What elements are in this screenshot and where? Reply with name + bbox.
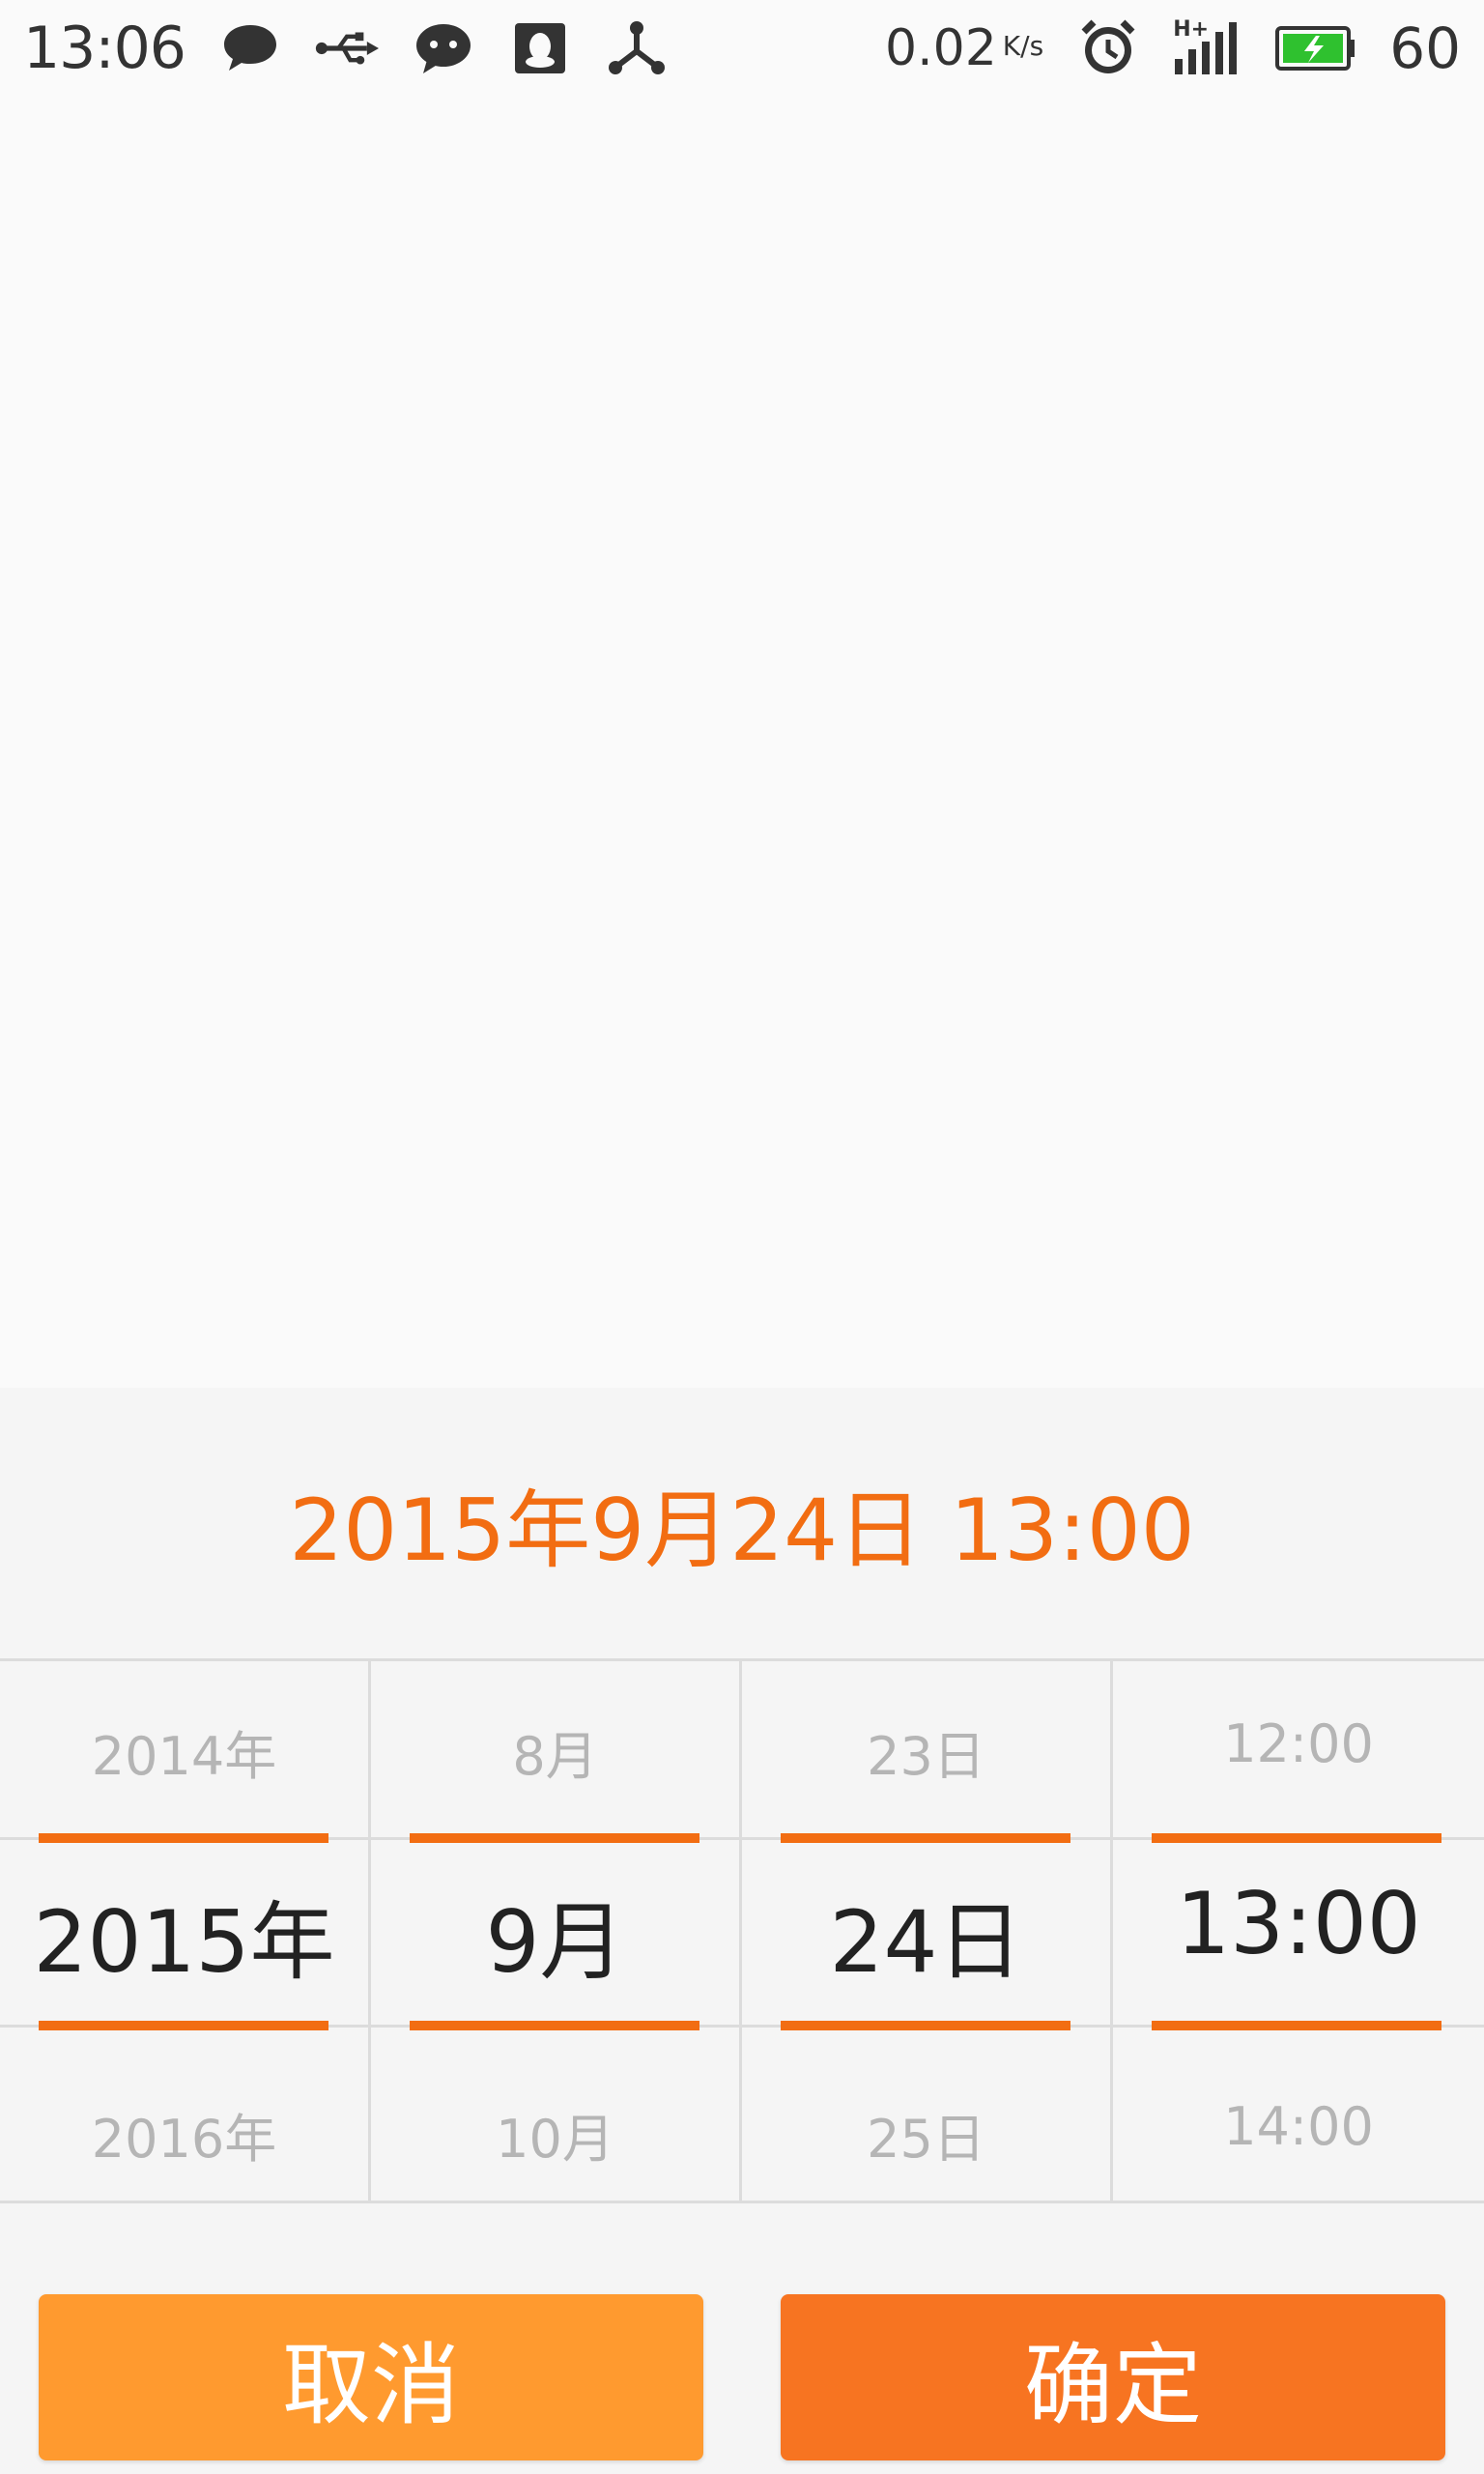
- month-wheel[interactable]: 8月 9月 10月: [371, 1661, 742, 2201]
- content-area: [0, 97, 1484, 1388]
- picker-actions: 取消 确定: [0, 2203, 1484, 2474]
- hour-selection-line-bottom: [1152, 2021, 1441, 2030]
- hour-prev-option[interactable]: 12:00: [1113, 1713, 1484, 1774]
- date-time-picker: 2015年9月24日 13:00 2014年 2015年 2016年 8月 9月…: [0, 1388, 1484, 2474]
- message-bubble-icon: [218, 19, 282, 77]
- day-selection-line-top: [781, 1833, 1070, 1843]
- day-selection-line-bottom: [781, 2021, 1070, 2030]
- hour-wheel[interactable]: 12:00 13:00 14:00: [1113, 1661, 1484, 2201]
- month-selection-line-top: [410, 1833, 699, 1843]
- usb-icon: [315, 19, 379, 77]
- network-speed: 0.02 K/s: [885, 19, 1043, 77]
- battery-level: 60: [1389, 15, 1461, 81]
- year-selected-option[interactable]: 2015年: [0, 1874, 368, 1997]
- network-speed-unit: K/s: [1002, 30, 1044, 62]
- day-selected-option[interactable]: 24日: [742, 1874, 1110, 1997]
- hour-selected-option[interactable]: 13:00: [1113, 1874, 1484, 1973]
- hour-selection-line-top: [1152, 1833, 1441, 1843]
- month-selected-option[interactable]: 9月: [371, 1874, 739, 1997]
- status-left: 13:06: [23, 14, 669, 82]
- wechat-icon: [412, 19, 475, 77]
- network-speed-value: 0.02: [885, 19, 997, 77]
- day-wheel[interactable]: 23日 24日 25日: [742, 1661, 1113, 2201]
- signal-icon: H+: [1173, 17, 1242, 77]
- month-selection-line-bottom: [410, 2021, 699, 2030]
- share-icon: [605, 19, 669, 77]
- battery-icon: [1275, 19, 1356, 77]
- status-bar: 13:06 0.02 K/s H+ 60: [0, 0, 1484, 97]
- year-wheel[interactable]: 2014年 2015年 2016年: [0, 1661, 371, 2201]
- hour-next-option[interactable]: 14:00: [1113, 2096, 1484, 2157]
- picker-selected-datetime: 2015年9月24日 13:00: [289, 1480, 1195, 1580]
- status-right: 0.02 K/s H+ 60: [885, 15, 1461, 81]
- day-next-option[interactable]: 25日: [742, 2096, 1110, 2172]
- year-next-option[interactable]: 2016年: [0, 2096, 368, 2172]
- confirm-button[interactable]: 确定: [781, 2294, 1445, 2460]
- year-selection-line-top: [39, 1833, 328, 1843]
- qq-icon: [508, 19, 572, 77]
- cancel-button[interactable]: 取消: [39, 2294, 703, 2460]
- year-prev-option[interactable]: 2014年: [0, 1713, 368, 1790]
- picker-wheels[interactable]: 2014年 2015年 2016年 8月 9月 10月 23日 24日 25日 …: [0, 1658, 1484, 2203]
- year-selection-line-bottom: [39, 2021, 328, 2030]
- day-prev-option[interactable]: 23日: [742, 1713, 1110, 1790]
- month-next-option[interactable]: 10月: [371, 2096, 739, 2172]
- month-prev-option[interactable]: 8月: [371, 1713, 739, 1790]
- alarm-clock-icon: [1076, 19, 1140, 77]
- signal-label: H+: [1173, 17, 1210, 42]
- status-time: 13:06: [23, 14, 186, 82]
